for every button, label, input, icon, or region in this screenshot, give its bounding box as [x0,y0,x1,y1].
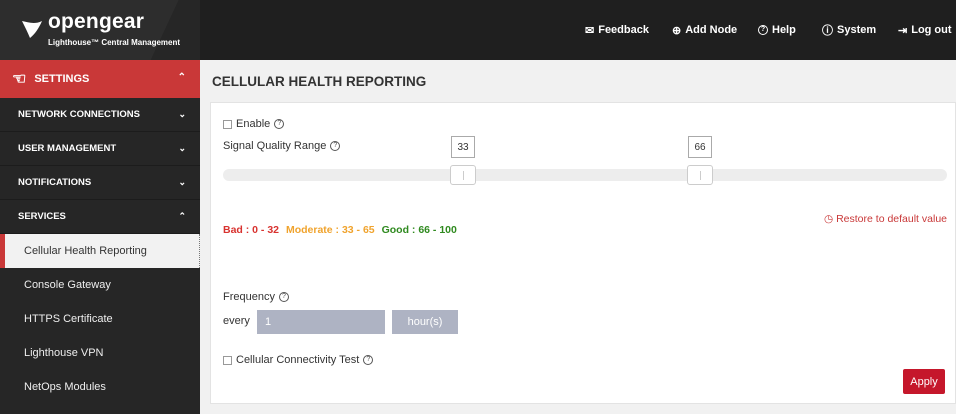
legend-moderate: Moderate : 33 - 65 [285,224,375,236]
page-title: CELLULAR HEALTH REPORTING [212,74,427,89]
slider-handle-high[interactable] [687,165,713,185]
legend-bad: Bad : 0 - 32 [223,224,280,236]
sidebar-item-label: NetOps Modules [24,381,106,393]
every-label: every [223,315,250,327]
sidebar-section-label: SERVICES [18,211,66,222]
chevron-down-icon: ⌄ [178,177,186,187]
nav-system-label: System [837,24,877,36]
sidebar-item-https-certificate[interactable]: HTTPS Certificate [0,302,200,336]
restore-icon: ◷ [824,213,834,225]
frequency-row: Frequency ? [223,291,289,303]
brand-subtitle: Lighthouse™ Central Management [48,38,181,47]
chevron-up-icon: ⌃ [177,72,186,83]
chevron-down-icon: ⌄ [178,109,186,119]
restore-label: Restore to default value [836,213,947,225]
connectivity-test-checkbox[interactable] [223,355,232,365]
nav-log-out-label: Log out [911,24,952,36]
nav-log-out[interactable]: ⇥ Log out [898,0,952,60]
settings-card: Enable ? Signal Quality Range ? 33 66 Ba… [210,102,956,404]
chevron-down-icon: ⌄ [178,143,186,153]
chevron-up-icon: ⌃ [178,211,186,221]
nav-help-label: Help [772,24,796,36]
help-icon[interactable]: ? [274,119,285,129]
nav-add-node[interactable]: ⊕ Add Node [672,0,737,60]
sidebar-item-netops-modules[interactable]: NetOps Modules [0,370,200,404]
sidebar-item-label: Console Gateway [24,279,111,291]
sidebar-section-label: USER MANAGEMENT [18,143,117,154]
sidebar: ☜ SETTINGS ⌃ NETWORK CONNECTIONS ⌄ USER … [0,60,200,414]
frequency-unit[interactable]: hour(s) [392,310,458,334]
help-icon[interactable]: ? [363,355,374,365]
sidebar-settings-label: SETTINGS [34,73,90,85]
help-icon[interactable]: ? [330,141,341,151]
sidebar-section-user-management[interactable]: USER MANAGEMENT ⌄ [0,132,200,166]
sidebar-section-notifications[interactable]: NOTIFICATIONS ⌄ [0,166,200,200]
frequency-input[interactable] [257,310,385,334]
signal-quality-row: Signal Quality Range ? [223,140,341,152]
logo[interactable]: opengear Lighthouse™ Central Management [0,0,200,60]
range-high-value[interactable]: 66 [688,136,712,158]
enable-row: Enable ? [223,118,285,130]
nav-feedback[interactable]: ✉ Feedback [585,0,649,60]
envelope-icon: ✉ [585,24,595,37]
enable-label: Enable [236,118,271,130]
brand-name: opengear [48,10,145,33]
sidebar-item-lighthouse-vpn[interactable]: Lighthouse VPN [0,336,200,370]
connectivity-test-row: Cellular Connectivity Test ? [223,354,374,366]
sidebar-section-label: NETWORK CONNECTIONS [18,109,140,120]
sidebar-item-console-gateway[interactable]: Console Gateway [0,268,200,302]
enable-checkbox[interactable] [223,119,232,129]
frequency-label: Frequency [223,291,275,303]
sidebar-settings-header[interactable]: ☜ SETTINGS ⌃ [0,60,200,98]
sidebar-section-services[interactable]: SERVICES ⌃ [0,200,200,234]
plus-circle-icon: ⊕ [672,24,682,37]
range-low-value[interactable]: 33 [451,136,475,158]
slider-handle-low[interactable] [450,165,476,185]
connectivity-test-label: Cellular Connectivity Test [236,354,360,366]
apply-button[interactable]: Apply [903,369,945,394]
nav-system[interactable]: ⓘ System [822,0,876,60]
info-circle-icon: ⓘ [822,25,833,37]
signal-range-slider-track[interactable] [223,169,947,181]
signal-quality-label: Signal Quality Range [223,140,327,152]
sidebar-item-label: Cellular Health Reporting [24,245,147,257]
sidebar-item-label: Lighthouse VPN [24,347,104,359]
logout-icon: ⇥ [898,24,908,37]
legend-good: Good : 66 - 100 [381,224,457,236]
sidebar-section-network-connections[interactable]: NETWORK CONNECTIONS ⌄ [0,98,200,132]
signal-legend: Bad : 0 - 32 Moderate : 33 - 65 Good : 6… [223,224,457,236]
nav-feedback-label: Feedback [598,24,649,36]
help-icon[interactable]: ? [278,292,289,302]
nav-help[interactable]: ? Help [758,0,796,60]
main-content: CELLULAR HEALTH REPORTING Enable ? Signa… [200,60,956,414]
sidebar-item-label: HTTPS Certificate [24,313,113,325]
nav-add-node-label: Add Node [685,24,738,36]
opengear-logo-icon [22,21,42,38]
settings-hand-icon: ☜ [12,71,27,88]
top-bar: opengear Lighthouse™ Central Management … [0,0,956,60]
help-circle-icon: ? [758,25,768,35]
sidebar-section-label: NOTIFICATIONS [18,177,92,188]
sidebar-item-cellular-health-reporting[interactable]: Cellular Health Reporting [0,234,200,268]
restore-default-link[interactable]: ◷ Restore to default value [824,213,947,225]
